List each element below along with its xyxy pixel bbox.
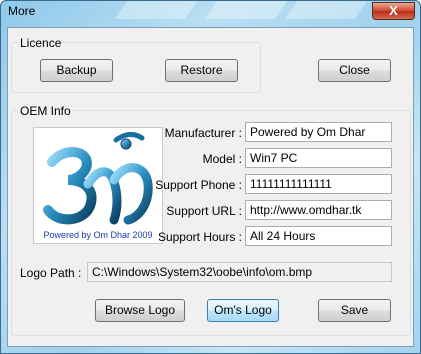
backup-button[interactable]: Backup [40, 59, 113, 82]
title-bar-glass-streak [204, 1, 288, 19]
logo-caption: Powered by Om Dhar 2009 [43, 230, 153, 240]
browse-logo-button[interactable]: Browse Logo [95, 299, 185, 322]
support-url-field[interactable]: http://www.omdhar.tk [245, 200, 392, 220]
title-bar-glass-streak [114, 1, 198, 19]
oem-info-group-label: OEM Info [18, 104, 73, 118]
support-phone-label: Support Phone : [155, 178, 242, 192]
save-button[interactable]: Save [318, 299, 391, 322]
oem-logo-image: Powered by Om Dhar 2009 [33, 127, 163, 244]
support-phone-field[interactable]: 11111111111111 [245, 174, 392, 194]
logo-path-field[interactable]: C:\Windows\System32\oobe\info\om.bmp [87, 262, 392, 282]
support-hours-label: Support Hours : [157, 230, 242, 244]
logo-path-label: Logo Path : [20, 266, 82, 280]
restore-button[interactable]: Restore [165, 59, 238, 82]
oms-logo-button[interactable]: Om's Logo [207, 299, 279, 322]
window-close-button[interactable]: X [372, 2, 415, 20]
title-bar-glass-streak [284, 1, 368, 19]
om-symbol-icon [43, 132, 153, 225]
model-field[interactable]: Win7 PC [245, 148, 392, 168]
manufacturer-label: Manufacturer : [164, 126, 242, 140]
licence-group-label: Licence [18, 36, 64, 50]
support-url-label: Support URL : [166, 204, 242, 218]
support-hours-field[interactable]: All 24 Hours [245, 226, 392, 246]
model-label: Model : [202, 152, 242, 166]
window-title: More [8, 4, 36, 18]
manufacturer-field[interactable]: Powered by Om Dhar [245, 122, 392, 142]
close-button[interactable]: Close [318, 59, 391, 82]
